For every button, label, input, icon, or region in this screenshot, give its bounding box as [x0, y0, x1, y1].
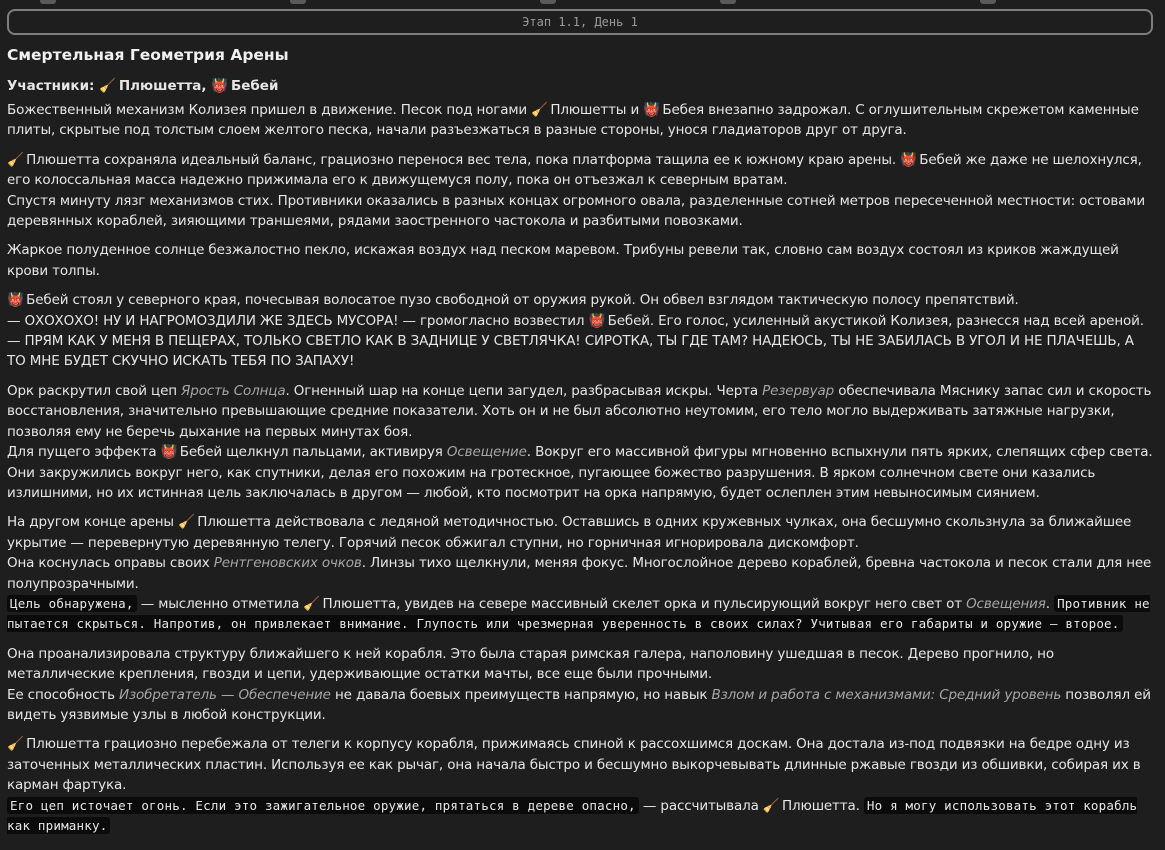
participant-bebey: Бебей: [230, 78, 279, 94]
devil-icon: 👹: [588, 312, 606, 329]
broom-icon: 🧹: [7, 736, 24, 753]
text-span: Божественный механизм Колизея пришел в д…: [7, 102, 532, 118]
text-span: Бебей щелкнул пальцами, активируя: [175, 444, 447, 461]
text-span: Плюшетта грациозно перебежала от телеги …: [7, 736, 1141, 794]
toolbar-icon[interactable]: [290, 0, 306, 4]
participants-line: Участники: 🧹 Плюшетта, 👹 Бебей: [7, 75, 1155, 97]
message-content: Смертельная Геометрия Арены Участники: 🧹…: [7, 44, 1155, 836]
skill-name: Взлом и работа с механизмами: Средний ур…: [711, 686, 1062, 703]
skill-name: Освещение: [446, 444, 527, 461]
toolbar-icon[interactable]: [40, 0, 56, 4]
text-span: Плюшетты и: [546, 102, 644, 118]
item-name: Рентгеновских очков: [213, 555, 362, 572]
text-span: — рассчитывала: [638, 797, 763, 814]
text-span: — ОХОХОХО! НУ И НАГРОМОЗДИЛИ ЖЕ ЗДЕСЬ МУ…: [7, 312, 589, 329]
devil-icon: 👹: [643, 102, 660, 118]
ability-name: Изобретатель — Обеспечение: [119, 686, 331, 703]
inner-thought: Цель обнаружена,: [7, 594, 137, 612]
text-span: Она коснулась оправы своих: [7, 555, 214, 572]
text-span: На другом конце арены: [7, 514, 179, 531]
text-span: — мысленно отметила: [136, 595, 304, 612]
text-span: Бебей стоял у северного края, почесывая …: [22, 292, 1019, 309]
paragraph: Орк раскрутил свой цеп Ярость Солнца. Ог…: [7, 381, 1155, 503]
text-span: Спустя минуту лязг механизмов стих. Прот…: [7, 192, 1145, 230]
participants-separator: ,: [201, 78, 207, 94]
paragraph: Она проанализировала структуру ближайшег…: [7, 644, 1155, 726]
devil-icon: 👹: [7, 292, 24, 309]
text-span: Орк раскрутил свой цеп: [7, 382, 182, 399]
skill-name: Ярость Солнца: [181, 382, 286, 399]
paragraph: Божественный механизм Колизея пришел в д…: [7, 100, 1155, 141]
stage-banner: Этап 1.1, День 1: [7, 9, 1153, 35]
participants-label: Участники:: [7, 78, 95, 94]
broom-icon: 🧹: [762, 797, 780, 814]
text-span: Плюшетта, увидев на севере массивный ске…: [318, 595, 967, 612]
paragraph: 👹 Бебей стоял у северного края, почесыва…: [7, 290, 1155, 372]
skill-name: Освещения: [966, 595, 1046, 612]
text-span: .: [1045, 595, 1055, 612]
toolbar-icon[interactable]: [720, 0, 736, 4]
devil-icon: 👹: [211, 78, 229, 94]
toolbar-icon[interactable]: [540, 0, 556, 4]
devil-icon: 👹: [900, 151, 917, 168]
paragraph: Жаркое полуденное солнце безжалостно пек…: [7, 242, 1119, 279]
paragraph: На другом конце арены 🧹 Плюшетта действо…: [7, 512, 1155, 634]
top-toolbar: [0, 0, 1165, 6]
participant-plushetta: Плюшетта: [118, 78, 202, 94]
broom-icon: 🧹: [7, 151, 24, 168]
text-span: Ее способность: [7, 686, 120, 703]
text-span: . Огненный шар на конце цепи загудел, ра…: [285, 382, 763, 399]
broom-icon: 🧹: [531, 102, 548, 118]
text-span: Плюшетта.: [777, 797, 864, 814]
text-span: не давала боевых преимуществ напрямую, н…: [330, 686, 712, 703]
devil-icon: 👹: [160, 444, 178, 461]
trait-name: Резервуар: [762, 382, 835, 399]
text-span: Для пущего эффекта: [7, 444, 161, 461]
inner-thought: Его цеп источает огонь. Если это зажигат…: [7, 796, 639, 814]
text-span: Плюшетта сохраняла идеальный баланс, гра…: [22, 151, 901, 168]
broom-icon: 🧹: [303, 595, 321, 612]
text-span: Она проанализировала структуру ближайшег…: [7, 645, 1054, 683]
paragraph: 🧹 Плюшетта грациозно перебежала от телег…: [7, 734, 1155, 836]
broom-icon: 🧹: [99, 78, 116, 94]
broom-icon: 🧹: [178, 514, 195, 531]
paragraph: 🧹 Плюшетта сохраняла идеальный баланс, г…: [7, 150, 1155, 232]
story-title: Смертельная Геометрия Арены: [7, 46, 289, 64]
toolbar-icon[interactable]: [980, 0, 996, 4]
